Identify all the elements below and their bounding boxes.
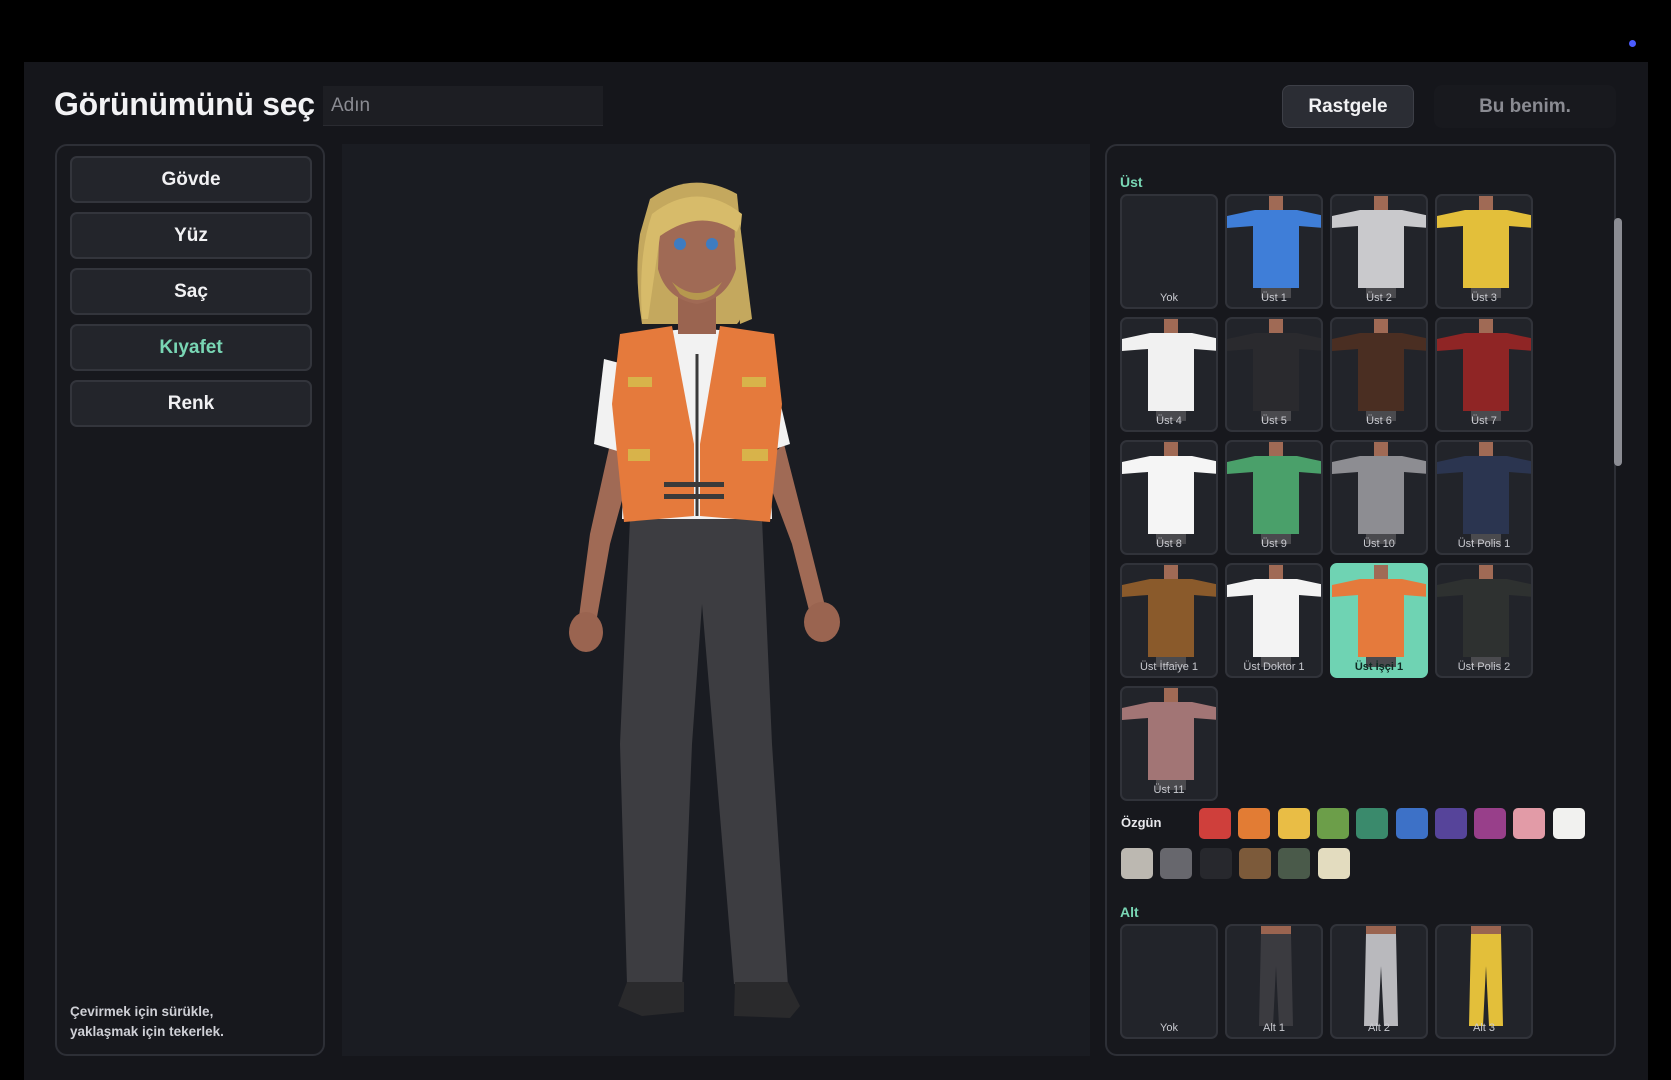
color-swatch[interactable] [1317, 848, 1350, 879]
color-swatch[interactable] [1395, 808, 1428, 839]
top-clothing-item-label: Üst Polis 2 [1457, 661, 1511, 673]
top-clothing-item[interactable]: Üst İtfaiye 1 [1120, 563, 1218, 678]
color-swatch[interactable] [1434, 808, 1467, 839]
color-swatch[interactable] [1238, 808, 1271, 839]
color-swatch[interactable] [1160, 848, 1193, 879]
top-clothing-item-label: Üst 3 [1471, 292, 1497, 304]
status-dot [1629, 40, 1636, 47]
clothing-panel: Üst Yok Üst 1 Üst 2 Üst 3 Üst 4 Üst 5 Üst 6 Üst… [1105, 144, 1616, 1056]
bottom-clothing-item-label: Alt 3 [1472, 1022, 1495, 1034]
bottom-clothing-item[interactable]: Alt 2 [1330, 924, 1428, 1039]
top-clothing-item[interactable]: Üst Doktor 1 [1225, 563, 1323, 678]
top-clothing-item-label: Üst 5 [1261, 415, 1287, 427]
name-input[interactable] [323, 86, 603, 126]
top-clothing-item-label: Yok [1160, 292, 1178, 304]
top-clothing-item[interactable]: Üst Polis 2 [1435, 563, 1533, 678]
controls-hint: Çevirmek için sürükle, yaklaşmak için te… [70, 1002, 224, 1042]
color-swatch[interactable] [1552, 808, 1585, 839]
bottom-clothing-item-label: Alt 1 [1262, 1022, 1285, 1034]
color-swatch[interactable] [1513, 808, 1546, 839]
top-clothing-item-label: Üst 8 [1156, 538, 1182, 550]
top-clothing-item[interactable]: Yok [1120, 194, 1218, 309]
character-creator: Görünümünü seç Rastgele Bu benim. Gövde … [24, 62, 1648, 1080]
page-title: Görünümünü seç [54, 86, 315, 122]
top-clothing-item-label: Üst 1 [1261, 292, 1287, 304]
top-section-label: Üst [1120, 174, 1143, 190]
bottom-clothing-item-label: Alt 2 [1367, 1022, 1390, 1034]
top-clothing-item-label: Üst 4 [1156, 415, 1182, 427]
top-clothing-item[interactable]: Üst 7 [1435, 317, 1533, 432]
top-clothing-item-label: Üst İşçi 1 [1354, 661, 1404, 673]
top-clothing-item[interactable]: Üst 4 [1120, 317, 1218, 432]
top-clothing-item[interactable]: Üst 8 [1120, 440, 1218, 555]
color-swatch[interactable] [1238, 848, 1271, 879]
bottom-clothing-item[interactable]: Alt 3 [1435, 924, 1533, 1039]
top-clothing-item-label: Üst 6 [1366, 415, 1392, 427]
color-swatch[interactable] [1474, 808, 1507, 839]
category-panel: Gövde Yüz Saç Kıyafet Renk Çevirmek için… [55, 144, 325, 1056]
top-clothing-item-label: Üst 11 [1153, 784, 1185, 796]
character-model [569, 182, 840, 1018]
bottom-clothing-item[interactable]: Yok [1120, 924, 1218, 1039]
top-clothing-item-label: Üst İtfaiye 1 [1139, 661, 1199, 673]
category-clothing-button[interactable]: Kıyafet [70, 324, 312, 371]
hint-line-2: yaklaşmak için tekerlek. [70, 1024, 224, 1039]
top-clothing-item[interactable]: Üst 1 [1225, 194, 1323, 309]
top-clothing-item-label: Üst Polis 1 [1457, 538, 1511, 550]
bottom-clothing-item-label: Yok [1160, 1022, 1178, 1034]
top-clothing-item-label: Üst 2 [1366, 292, 1392, 304]
color-swatch[interactable] [1356, 808, 1389, 839]
color-swatch[interactable] [1199, 808, 1231, 839]
category-color-button[interactable]: Renk [70, 380, 312, 427]
top-clothing-item[interactable]: Üst 10 [1330, 440, 1428, 555]
hint-line-1: Çevirmek için sürükle, [70, 1004, 214, 1019]
top-clothing-item[interactable]: Üst 3 [1435, 194, 1533, 309]
top-clothing-item[interactable]: Üst Polis 1 [1435, 440, 1533, 555]
color-swatch[interactable] [1277, 808, 1310, 839]
category-body-button[interactable]: Gövde [70, 156, 312, 203]
top-clothing-item[interactable]: Üst 6 [1330, 317, 1428, 432]
top-clothing-item[interactable]: Üst 5 [1225, 317, 1323, 432]
color-swatch[interactable] [1121, 848, 1153, 879]
category-hair-button[interactable]: Saç [70, 268, 312, 315]
top-clothing-item-label: Üst 10 [1363, 538, 1395, 550]
bottom-section-label: Alt [1120, 904, 1139, 920]
top-clothing-item[interactable]: Üst 2 [1330, 194, 1428, 309]
color-swatch[interactable] [1278, 848, 1311, 879]
top-clothing-item[interactable]: Üst İşçi 1 [1330, 563, 1428, 678]
top-clothing-item-label: Üst 7 [1471, 415, 1497, 427]
top-clothing-item[interactable]: Üst 9 [1225, 440, 1323, 555]
character-preview[interactable] [342, 144, 1090, 1056]
original-color-label[interactable]: Özgün [1121, 815, 1161, 830]
top-clothing-item[interactable]: Üst 11 [1120, 686, 1218, 801]
category-face-button[interactable]: Yüz [70, 212, 312, 259]
top-clothing-item-label: Üst 9 [1261, 538, 1287, 550]
color-swatch[interactable] [1199, 848, 1232, 879]
bottom-clothing-item[interactable]: Alt 1 [1225, 924, 1323, 1039]
confirm-button[interactable]: Bu benim. [1434, 85, 1616, 128]
random-button[interactable]: Rastgele [1282, 85, 1414, 128]
top-clothing-item-label: Üst Doktor 1 [1243, 661, 1305, 673]
clothing-scrollbar[interactable] [1614, 218, 1622, 466]
color-swatch[interactable] [1316, 808, 1349, 839]
